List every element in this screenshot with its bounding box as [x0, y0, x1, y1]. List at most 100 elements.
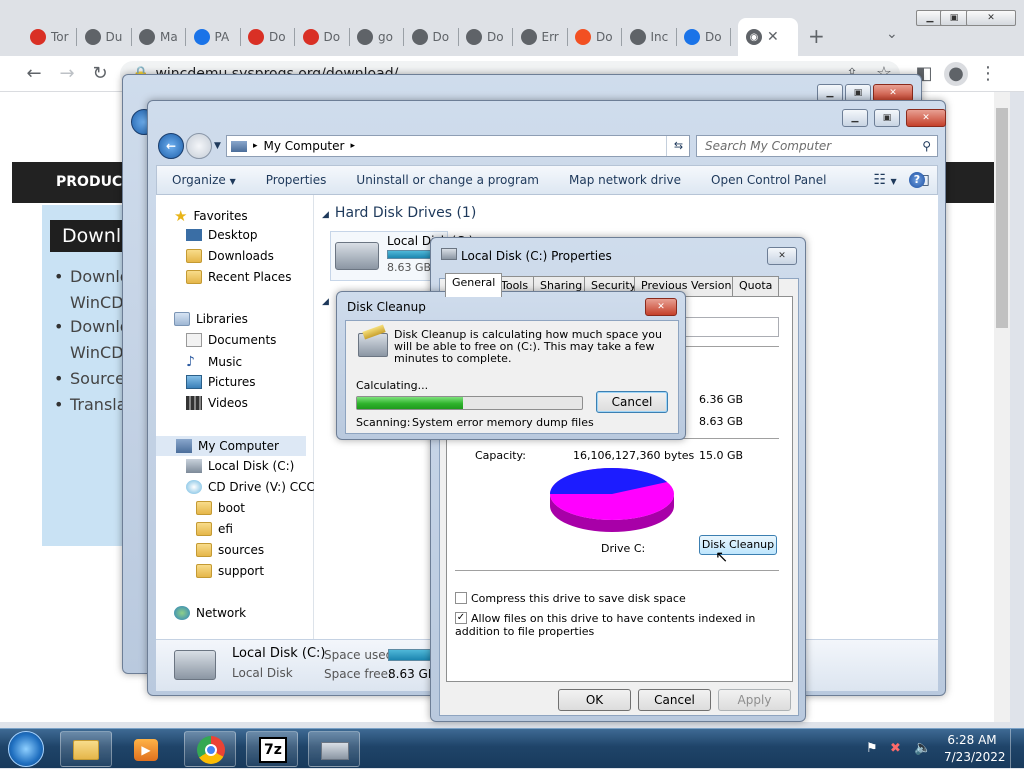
nav-videos[interactable]: Videos: [186, 396, 248, 410]
view-options-icon[interactable]: ☷ ▼: [841, 172, 896, 188]
browser-tab[interactable]: Err: [513, 18, 568, 56]
recent-pages-chevron-icon[interactable]: ▼: [214, 141, 221, 151]
browser-tab[interactable]: Do: [676, 18, 731, 56]
site-link[interactable]: WinCD: [70, 340, 124, 366]
browser-tab[interactable]: Du: [77, 18, 132, 56]
map-drive-button[interactable]: Map network drive: [554, 173, 696, 187]
browser-tab[interactable]: Do: [458, 18, 513, 56]
nav-recent-places[interactable]: Recent Places: [186, 270, 291, 284]
nav-folder-boot[interactable]: boot: [196, 501, 245, 515]
taskbar-disk-cleanup[interactable]: [308, 731, 360, 767]
nav-network[interactable]: Network: [174, 606, 246, 620]
taskbar-media-player[interactable]: ▶: [122, 731, 174, 767]
nav-desktop[interactable]: Desktop: [186, 228, 258, 242]
help-icon[interactable]: ?: [909, 172, 925, 188]
breadcrumb-my-computer[interactable]: My Computer: [264, 139, 345, 153]
nav-label: Local Disk (C:): [208, 459, 295, 473]
nav-pictures[interactable]: Pictures: [186, 375, 256, 389]
clock-date[interactable]: 7/23/2022: [944, 750, 1006, 764]
disk-cleanup-button[interactable]: Disk Cleanup: [699, 535, 777, 555]
site-nav-product[interactable]: PRODUCT: [56, 174, 132, 190]
uninstall-button[interactable]: Uninstall or change a program: [341, 173, 554, 187]
maximize-button[interactable]: ▣: [940, 10, 968, 26]
disk-cleanup-dialog[interactable]: Disk Cleanup ✕ Disk Cleanup is calculati…: [336, 291, 686, 440]
collapse-triangle-icon[interactable]: ◢: [322, 297, 329, 307]
breadcrumb-arrow-icon[interactable]: ▸: [350, 141, 355, 151]
tab-close-icon[interactable]: ✕: [767, 29, 779, 45]
close-button[interactable]: ✕: [966, 10, 1016, 26]
group-header[interactable]: ◢ Hard Disk Drives (1): [322, 205, 476, 221]
network-status-icon[interactable]: ✖: [890, 741, 901, 756]
tab-general[interactable]: General: [445, 273, 503, 297]
back-icon[interactable]: ←: [22, 62, 46, 86]
browser-tab[interactable]: Do: [404, 18, 459, 56]
address-breadcrumb[interactable]: ▸ My Computer ▸: [226, 135, 690, 157]
scrollbar-thumb[interactable]: [996, 108, 1008, 328]
cleanup-close-button[interactable]: ✕: [645, 298, 677, 316]
clock-time[interactable]: 6:28 AM: [944, 733, 1000, 747]
nav-my-computer[interactable]: My Computer: [156, 436, 306, 456]
nav-downloads[interactable]: Downloads: [186, 249, 274, 263]
tab-quota[interactable]: Quota: [732, 276, 780, 296]
forward-icon[interactable]: →: [55, 62, 79, 86]
nav-folder-efi[interactable]: efi: [196, 522, 233, 536]
tab-search-icon[interactable]: ⌄: [886, 26, 898, 42]
browser-tab[interactable]: PA: [186, 18, 241, 56]
explorer-minimize-button[interactable]: ▁: [842, 109, 868, 127]
browser-tab[interactable]: Do: [567, 18, 622, 56]
explorer-maximize-button[interactable]: ▣: [874, 109, 900, 127]
control-panel-button[interactable]: Open Control Panel: [696, 173, 841, 187]
divider: [455, 570, 779, 571]
browser-tab[interactable]: Inc: [622, 18, 677, 56]
nav-folder-sources[interactable]: sources: [196, 543, 264, 557]
ok-button[interactable]: OK: [558, 689, 631, 711]
tab-active[interactable]: ◉ ✕: [738, 18, 798, 56]
page-scrollbar[interactable]: [994, 92, 1010, 722]
search-icon[interactable]: ⚲: [922, 136, 931, 156]
browser-tab[interactable]: go: [349, 18, 404, 56]
new-tab-button[interactable]: +: [808, 24, 825, 48]
nav-libraries[interactable]: Libraries: [174, 312, 248, 326]
taskbar-chrome[interactable]: [184, 731, 236, 767]
back-arrow-icon[interactable]: ←: [158, 133, 184, 159]
properties-close-button[interactable]: ✕: [767, 247, 797, 265]
index-checkbox[interactable]: ✓: [455, 612, 467, 624]
refresh-icon[interactable]: ⇆: [666, 136, 690, 156]
nav-local-disk[interactable]: Local Disk (C:): [186, 459, 294, 473]
nav-cd-drive[interactable]: CD Drive (V:) CCCOI: [186, 480, 314, 494]
organize-button[interactable]: Organize ▼: [157, 173, 251, 187]
properties-button[interactable]: Properties: [251, 173, 342, 187]
browser-tab[interactable]: Ma: [131, 18, 186, 56]
site-link[interactable]: Transla: [70, 392, 127, 418]
windows-start-icon[interactable]: [8, 731, 44, 767]
explorer-close-button[interactable]: ✕: [906, 109, 946, 127]
nav-documents[interactable]: Documents: [186, 333, 276, 347]
nav-favorites[interactable]: ★ Favorites: [174, 207, 248, 225]
apply-button[interactable]: Apply: [718, 689, 791, 711]
browser-tab[interactable]: Do: [240, 18, 295, 56]
site-link[interactable]: WinCD: [70, 290, 124, 316]
search-input[interactable]: Search My Computer ⚲: [696, 135, 938, 157]
nav-folder-support[interactable]: support: [196, 564, 264, 578]
taskbar-explorer[interactable]: [60, 731, 112, 767]
browser-tab[interactable]: Tor: [22, 18, 77, 56]
nav-music[interactable]: ♪ Music: [186, 354, 242, 370]
show-desktop-button[interactable]: [1010, 729, 1024, 769]
profile-avatar-icon[interactable]: ●: [944, 62, 968, 86]
forward-arrow-icon[interactable]: [186, 133, 212, 159]
menu-dots-icon[interactable]: ⋮: [976, 62, 1000, 86]
site-link[interactable]: Downlo: [70, 314, 130, 340]
compress-option[interactable]: Compress this drive to save disk space: [455, 590, 686, 605]
compress-checkbox[interactable]: [455, 592, 467, 604]
volume-icon[interactable]: 🔈: [914, 740, 931, 756]
site-link[interactable]: Downlo: [70, 264, 130, 290]
nav-label: support: [218, 564, 265, 578]
cleanup-cancel-button[interactable]: Cancel: [596, 391, 668, 413]
index-option[interactable]: ✓ Allow files on this drive to have conte…: [455, 612, 775, 638]
browser-tab[interactable]: Do: [295, 18, 350, 56]
reload-icon[interactable]: ↻: [88, 62, 112, 86]
action-center-icon[interactable]: ⚑: [866, 741, 878, 756]
taskbar-7zip[interactable]: 7z: [246, 731, 298, 767]
site-link[interactable]: Source: [70, 366, 125, 392]
cancel-button[interactable]: Cancel: [638, 689, 711, 711]
